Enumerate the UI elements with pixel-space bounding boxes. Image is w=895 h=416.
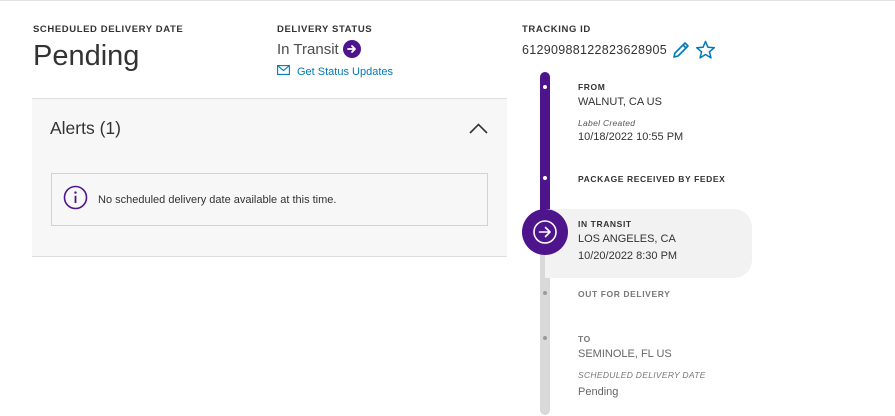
step-heading: TO (578, 334, 591, 344)
tracking-id-label: TRACKING ID (522, 24, 591, 35)
chevron-up-icon[interactable] (469, 121, 488, 139)
arrow-right-circle-icon (522, 209, 568, 255)
timeline-step-out-for-delivery: OUT FOR DELIVERY (578, 289, 670, 299)
step-location: SEMINOLE, FL US (578, 348, 672, 360)
pencil-icon[interactable] (671, 40, 691, 60)
delivery-status-label: DELIVERY STATUS (277, 24, 373, 35)
step-location: LOS ANGELES, CA (578, 233, 676, 245)
tracking-id-section: TRACKING ID 612909881228236289​05 (522, 24, 716, 60)
scheduled-delivery-value: Pending (33, 40, 140, 72)
timeline-step-from: FROM WALNUT, CA US Label Created 10/18/2… (578, 82, 683, 143)
delivery-status-value: In Transit (277, 40, 393, 58)
get-status-updates-label: Get Status Updates (297, 65, 393, 78)
timeline-step-to: TO SEMINOLE, FL US SCHEDULED DELIVERY DA… (578, 334, 706, 398)
step-event: Label Created (578, 118, 636, 128)
step-datetime: 10/18/2022 10:55 PM (578, 131, 684, 143)
delivery-status-section: DELIVERY STATUS In Transit Get Status Up… (277, 24, 393, 78)
tracking-id-row: 612909881228236289​05 (522, 40, 716, 60)
step-dot-out-for-delivery (543, 291, 547, 295)
alert-message: No scheduled delivery date available at … (98, 193, 337, 206)
arrow-right-circle-icon (342, 40, 361, 58)
step-heading: IN TRANSIT (578, 219, 632, 229)
info-circle-icon (63, 185, 88, 215)
step-dot-received (543, 176, 547, 180)
top-divider (0, 0, 895, 1)
alert-message-box: No scheduled delivery date available at … (51, 173, 488, 226)
scheduled-delivery-label: SCHEDULED DELIVERY DATE (33, 24, 184, 35)
timeline-progress (540, 72, 550, 232)
step-heading: PACKAGE RECEIVED BY FEDEX (578, 174, 726, 184)
step-heading: OUT FOR DELIVERY (578, 289, 671, 299)
scheduled-delivery-section: SCHEDULED DELIVERY DATE Pending (33, 24, 183, 73)
step-sub-label: SCHEDULED DELIVERY DATE (578, 370, 706, 380)
step-location: WALNUT, CA US (578, 96, 662, 108)
step-value: Pending (578, 386, 619, 398)
envelope-icon (277, 65, 290, 78)
get-status-updates-link[interactable]: Get Status Updates (277, 65, 393, 78)
step-heading: FROM (578, 82, 606, 92)
tracking-number: 612909881228236289​05 (522, 43, 668, 57)
step-dot-to (543, 336, 547, 340)
alerts-panel: Alerts (1) No scheduled delivery date av… (32, 98, 507, 257)
delivery-status-text: In Transit (277, 40, 339, 58)
timeline-step-in-transit: IN TRANSIT LOS ANGELES, CA 10/20/2022 8:… (578, 219, 677, 262)
alerts-title[interactable]: Alerts (1) (50, 118, 121, 139)
step-dot-from (543, 85, 547, 89)
step-datetime: 10/20/2022 8:30 PM (578, 250, 678, 262)
star-icon[interactable] (695, 40, 716, 60)
timeline-step-received: PACKAGE RECEIVED BY FEDEX (578, 174, 725, 184)
